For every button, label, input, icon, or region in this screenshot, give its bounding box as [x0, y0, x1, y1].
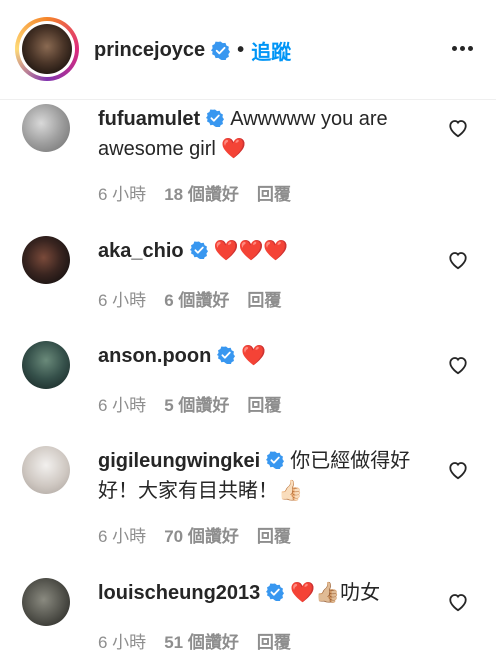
story-ring[interactable]: [15, 17, 79, 81]
comment-body: fufuamulet Awwwww you are awesome girl ❤️: [98, 104, 428, 164]
avatar[interactable]: [22, 341, 70, 389]
comment-time[interactable]: 6 小時: [98, 185, 146, 204]
avatar-border: [19, 21, 75, 77]
heart-icon[interactable]: [447, 250, 469, 270]
follow-button[interactable]: 追蹤: [251, 36, 291, 65]
avatar[interactable]: [22, 24, 72, 74]
verified-badge-icon: [217, 346, 236, 364]
comment-time[interactable]: 6 小時: [98, 633, 146, 652]
heart-icon[interactable]: [447, 460, 469, 480]
header-user-row: princejoyce • 追蹤: [94, 36, 291, 65]
verified-badge-icon: [266, 583, 285, 601]
comment-text: ❤️: [241, 345, 267, 367]
comment-meta: 6 小時 70 個讚好 回覆: [98, 522, 309, 547]
heart-icon[interactable]: [447, 592, 469, 612]
comment-meta: 6 小時 51 個讚好 回覆: [98, 628, 309, 653]
avatar[interactable]: [22, 236, 70, 284]
comment-username[interactable]: fufuamulet: [98, 108, 200, 130]
avatar[interactable]: [22, 104, 70, 152]
reply-button[interactable]: 回覆: [257, 633, 291, 652]
avatar[interactable]: [22, 578, 70, 626]
comment-text: ❤️👍🏼叻女: [290, 582, 381, 604]
comment-body: louischeung2013 ❤️👍🏼叻女: [98, 578, 428, 608]
avatar[interactable]: [22, 446, 70, 494]
separator-dot: •: [237, 39, 245, 61]
comment-meta: 6 小時 6 個讚好 回覆: [98, 286, 299, 311]
comment-likes[interactable]: 18 個讚好: [164, 185, 239, 204]
comment-body: anson.poon ❤️: [98, 341, 428, 371]
comment-username[interactable]: anson.poon: [98, 345, 211, 367]
comment-text: ❤️❤️❤️: [213, 240, 289, 262]
comment-meta: 6 小時 5 個讚好 回覆: [98, 391, 299, 416]
reply-button[interactable]: 回覆: [257, 185, 291, 204]
post-header: princejoyce • 追蹤: [0, 0, 496, 100]
comment-username[interactable]: gigileungwingkei: [98, 450, 260, 472]
heart-icon[interactable]: [447, 355, 469, 375]
comment-likes[interactable]: 6 個讚好: [164, 291, 229, 310]
comment-time[interactable]: 6 小時: [98, 291, 146, 310]
comment-username[interactable]: aka_chio: [98, 240, 184, 262]
heart-icon[interactable]: [447, 118, 469, 138]
comment-username[interactable]: louischeung2013: [98, 582, 260, 604]
comment-time[interactable]: 6 小時: [98, 527, 146, 546]
header-username[interactable]: princejoyce: [94, 39, 205, 62]
verified-badge-icon: [211, 41, 231, 60]
comment-likes[interactable]: 51 個讚好: [164, 633, 239, 652]
verified-badge-icon: [189, 241, 208, 259]
more-horizontal-icon[interactable]: [452, 46, 474, 52]
comment-likes[interactable]: 70 個讚好: [164, 527, 239, 546]
reply-button[interactable]: 回覆: [247, 291, 281, 310]
comment-likes[interactable]: 5 個讚好: [164, 396, 229, 415]
reply-button[interactable]: 回覆: [257, 527, 291, 546]
comment-body: gigileungwingkei 你已經做得好好！大家有目共睹！👍🏻: [98, 446, 428, 506]
reply-button[interactable]: 回覆: [247, 396, 281, 415]
comment-time[interactable]: 6 小時: [98, 396, 146, 415]
comment-body: aka_chio ❤️❤️❤️: [98, 236, 428, 266]
comment-meta: 6 小時 18 個讚好 回覆: [98, 180, 309, 205]
verified-badge-icon: [266, 451, 285, 469]
verified-badge-icon: [206, 109, 225, 127]
